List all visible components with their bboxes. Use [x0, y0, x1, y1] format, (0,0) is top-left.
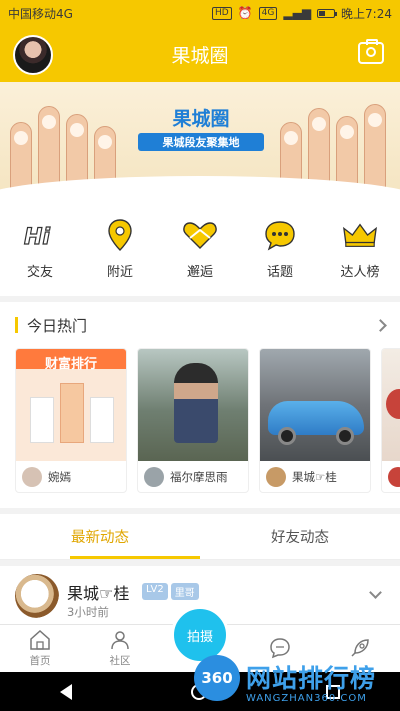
- battery-icon: [317, 8, 338, 18]
- top-bar: 中国移动4G HD ⏰ 4G ▂▄▆ 晚上7:24 果城圈: [0, 0, 400, 82]
- photo-person: [174, 363, 218, 443]
- tab-latest[interactable]: 最新动态: [0, 514, 200, 559]
- category-xiehou[interactable]: 邂逅: [164, 218, 236, 280]
- photo-wheel: [336, 427, 354, 445]
- photo-wheel: [278, 427, 296, 445]
- hot-header[interactable]: 今日热门: [0, 302, 400, 348]
- card-image: [260, 349, 370, 461]
- category-darenbang[interactable]: 达人榜: [324, 218, 396, 280]
- carrier-label: 中国移动4G: [8, 6, 73, 21]
- hd-badge: HD: [212, 6, 232, 20]
- home-icon: [29, 629, 51, 651]
- card-meta: 福尔摩思雨: [138, 461, 248, 492]
- finger-puppet: [38, 106, 60, 192]
- watermark-url: WANGZHAN360.COM: [246, 693, 367, 704]
- banner-title: 果城圈 果城段友聚集地: [138, 104, 264, 151]
- card-meta: [382, 461, 400, 492]
- card-avatar: [144, 466, 164, 487]
- tabbar-label: 社区: [109, 655, 131, 667]
- card-author: 福尔摩思雨: [170, 469, 228, 484]
- title-badge: 里哥: [170, 583, 199, 600]
- category-huati[interactable]: 话题: [244, 218, 316, 280]
- card-meta: 果城☞桂: [260, 461, 370, 492]
- post-badges: LV2 里哥: [142, 583, 199, 600]
- podium-icon: [30, 397, 54, 443]
- banner-title-text: 果城圈: [172, 108, 230, 130]
- category-label: 交友: [26, 265, 53, 280]
- post-author[interactable]: 果城☞桂: [67, 580, 129, 604]
- category-label: 话题: [266, 265, 293, 280]
- card-image: [382, 349, 400, 461]
- chat-bubble-icon: [262, 218, 298, 252]
- watermark-logo: 360 网站排行榜 WANGZHAN360.COM: [190, 655, 400, 711]
- community-icon: [109, 629, 131, 651]
- card-image: [138, 349, 248, 461]
- post-time: 3小时前: [67, 605, 109, 619]
- hi-icon: Hi: [22, 218, 58, 252]
- category-label: 附近: [106, 265, 133, 280]
- watermark-badge: 360: [194, 655, 240, 701]
- clock: 晚上7:24: [341, 6, 392, 21]
- user-avatar[interactable]: [13, 35, 53, 75]
- back-icon[interactable]: [59, 683, 72, 700]
- chevron-right-icon[interactable]: [374, 318, 387, 332]
- card-image: 财富排行: [16, 349, 126, 461]
- network-badge: 4G: [258, 6, 278, 20]
- alarm-icon: ⏰: [237, 6, 253, 20]
- hot-card-list: 财富排行 婉嫣 福尔摩思雨 果城☞桂: [0, 348, 400, 493]
- tabbar-community[interactable]: 社区: [80, 625, 160, 672]
- card-avatar: [388, 466, 400, 487]
- podium-icon: [60, 383, 84, 443]
- card-author: 婉嫣: [48, 469, 71, 484]
- category-label: 邂逅: [186, 265, 213, 280]
- status-bar: 中国移动4G HD ⏰ 4G ▂▄▆ 晚上7:24: [0, 0, 400, 26]
- svg-text:Hi: Hi: [24, 225, 50, 248]
- photo-food: [386, 389, 400, 419]
- banner[interactable]: 果城圈 果城段友聚集地: [0, 82, 400, 202]
- card-author: 果城☞桂: [292, 469, 337, 484]
- category-row: Hi 交友 附近 邂逅 话题 达人榜: [0, 202, 400, 296]
- finger-puppet: [10, 122, 32, 192]
- hot-card[interactable]: 福尔摩思雨: [137, 348, 249, 493]
- finger-puppet: [364, 104, 386, 192]
- level-badge: LV2: [142, 583, 168, 600]
- camera-icon[interactable]: [358, 39, 384, 64]
- category-label: 达人榜: [340, 265, 380, 280]
- chevron-down-icon[interactable]: [369, 586, 382, 599]
- crown-icon: [342, 218, 378, 252]
- category-fujin[interactable]: 附近: [84, 218, 156, 280]
- podium-icon: [90, 397, 114, 443]
- app-header: 果城圈: [0, 26, 400, 82]
- card-avatar: [22, 466, 42, 487]
- post-avatar[interactable]: [15, 574, 59, 618]
- hot-section: 今日热门 财富排行 婉嫣 福尔摩思雨 果城☞桂: [0, 302, 400, 508]
- section-accent-bar: [15, 317, 18, 333]
- card-meta: 婉嫣: [16, 461, 126, 492]
- status-icons: HD ⏰ 4G ▂▄▆ 晚上7:24: [212, 5, 392, 22]
- tab-friends[interactable]: 好友动态: [200, 514, 400, 559]
- feed-tabs: 最新动态 好友动态: [0, 514, 400, 560]
- hot-card[interactable]: 果城☞桂: [259, 348, 371, 493]
- hot-title: 今日热门: [27, 316, 88, 335]
- location-pin-icon: [102, 218, 138, 252]
- tabbar-label: 首页: [29, 655, 51, 667]
- hot-card[interactable]: 财富排行 婉嫣: [15, 348, 127, 493]
- watermark-text: 网站排行榜: [246, 664, 377, 693]
- card-image-title: 财富排行: [44, 357, 97, 372]
- heart-icon: [182, 218, 218, 252]
- hot-card[interactable]: [381, 348, 400, 493]
- signal-icon: ▂▄▆: [283, 6, 312, 20]
- page-title: 果城圈: [171, 44, 229, 67]
- tabbar-home[interactable]: 首页: [0, 625, 80, 672]
- card-avatar: [266, 466, 286, 487]
- category-jiaoyou[interactable]: Hi 交友: [4, 218, 76, 280]
- banner-subtitle: 果城段友聚集地: [138, 133, 264, 151]
